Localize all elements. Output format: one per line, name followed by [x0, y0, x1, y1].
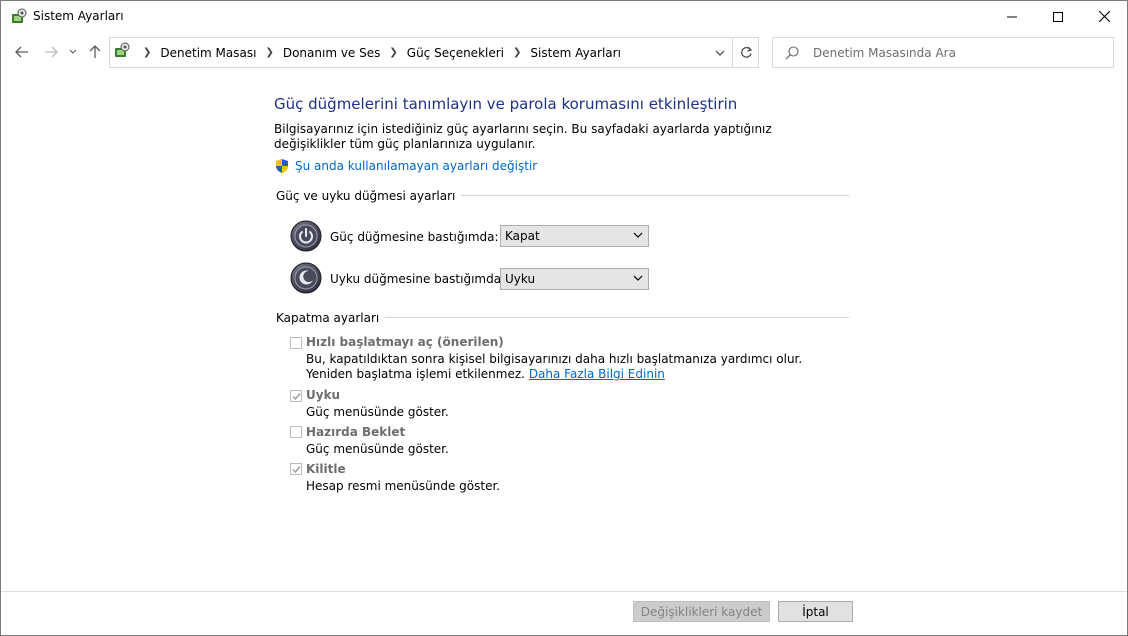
hibernate-checkbox[interactable]: [290, 426, 302, 438]
address-dropdown-button[interactable]: [709, 38, 731, 67]
arrow-left-icon: [15, 46, 28, 58]
search-input[interactable]: [813, 38, 1103, 67]
sleep-button-label: Uyku düğmesine bastığımda:: [330, 272, 506, 286]
learn-more-link[interactable]: Daha Fazla Bilgi Edinin: [529, 367, 665, 381]
search-icon: [784, 45, 800, 61]
power-button-icon: [290, 220, 322, 252]
breadcrumb-system-settings[interactable]: Sistem Ayarları: [530, 46, 621, 60]
sleep-title: Uyku: [306, 388, 341, 402]
page-title: Güç düğmelerini tanımlayın ve parola kor…: [274, 95, 738, 113]
hibernate-description: Güç menüsünde göster.: [306, 442, 449, 456]
power-button-action-value: Kapat: [505, 229, 540, 243]
arrow-up-icon: [89, 45, 101, 58]
sleep-button-action-value: Uyku: [505, 272, 536, 286]
refresh-button[interactable]: [732, 38, 759, 67]
window-title: Sistem Ayarları: [33, 9, 124, 23]
uac-shield-icon: [276, 159, 288, 173]
sleep-button-icon: [290, 262, 322, 294]
fast-startup-checkbox[interactable]: [290, 337, 302, 349]
breadcrumb: ❯ Denetim Masası ❯ Donanım ve Ses ❯ Güç …: [134, 38, 621, 67]
minimize-button[interactable]: [989, 1, 1035, 32]
chevron-down-icon: [69, 49, 77, 54]
save-changes-button[interactable]: Değişiklikleri kaydet: [633, 601, 770, 622]
control-panel-icon: [10, 8, 28, 26]
refresh-icon: [740, 46, 752, 58]
close-icon: [1098, 11, 1110, 22]
shutdown-group-label: Kapatma ayarları: [276, 311, 386, 325]
lock-description: Hesap resmi menüsünde göster.: [306, 479, 501, 493]
page-description: Bilgisayarınız için istediğiniz güç ayar…: [274, 122, 772, 151]
change-unavailable-settings-link[interactable]: Şu anda kullanılamayan ayarları değiştir: [274, 158, 537, 174]
checkmark-icon: [292, 393, 301, 401]
navigation-bar: ❯ Denetim Masası ❯ Donanım ve Ses ❯ Güç …: [1, 34, 1127, 70]
lock-checkbox[interactable]: [290, 463, 302, 475]
chevron-right-icon[interactable]: ❯: [389, 47, 397, 58]
chevron-down-icon: [633, 275, 643, 281]
control-panel-icon: [113, 42, 131, 60]
breadcrumb-power-options[interactable]: Güç Seçenekleri: [407, 46, 504, 60]
breadcrumb-hardware-sound[interactable]: Donanım ve Ses: [283, 46, 381, 60]
maximize-icon: [1053, 11, 1063, 22]
recent-locations-button[interactable]: [67, 43, 79, 61]
maximize-button[interactable]: [1035, 1, 1081, 32]
chevron-down-icon: [715, 50, 725, 56]
chevron-down-icon: [633, 232, 643, 238]
arrow-right-icon: [45, 46, 58, 58]
power-button-action-select[interactable]: Kapat: [500, 225, 649, 247]
up-button[interactable]: [86, 43, 104, 61]
sleep-description: Güç menüsünde göster.: [306, 405, 449, 419]
footer-divider: [1, 591, 1127, 592]
close-button[interactable]: [1081, 1, 1127, 32]
search-box[interactable]: [772, 37, 1114, 68]
sleep-button-action-select[interactable]: Uyku: [500, 268, 649, 290]
title-bar: Sistem Ayarları: [1, 1, 1127, 32]
minimize-icon: [1007, 16, 1017, 17]
power-group-label: Güç ve uyku düğmesi ayarları: [276, 189, 462, 203]
change-settings-link-text[interactable]: Şu anda kullanılamayan ayarları değiştir: [295, 159, 537, 173]
forward-button[interactable]: [42, 43, 60, 61]
breadcrumb-control-panel[interactable]: Denetim Masası: [160, 46, 256, 60]
hibernate-title: Hazırda Beklet: [306, 425, 406, 439]
window: Sistem Ayarları ❯ Denetim Masası ❯ Donan…: [0, 0, 1128, 636]
fast-startup-description: Bu, kapatıldıktan sonra kişisel bilgisay…: [306, 352, 841, 382]
fast-startup-title: Hızlı başlatmayı aç (önerilen): [306, 335, 504, 349]
cancel-button[interactable]: İptal: [778, 601, 853, 622]
power-button-label: Güç düğmesine bastığımda:: [330, 230, 499, 244]
sleep-checkbox[interactable]: [290, 390, 302, 402]
checkmark-icon: [292, 466, 301, 474]
chevron-right-icon[interactable]: ❯: [143, 47, 151, 58]
chevron-right-icon[interactable]: ❯: [265, 47, 273, 58]
back-button[interactable]: [13, 43, 31, 61]
lock-title: Kilitle: [306, 462, 346, 476]
address-bar[interactable]: ❯ Denetim Masası ❯ Donanım ve Ses ❯ Güç …: [109, 37, 759, 68]
chevron-right-icon[interactable]: ❯: [513, 47, 521, 58]
